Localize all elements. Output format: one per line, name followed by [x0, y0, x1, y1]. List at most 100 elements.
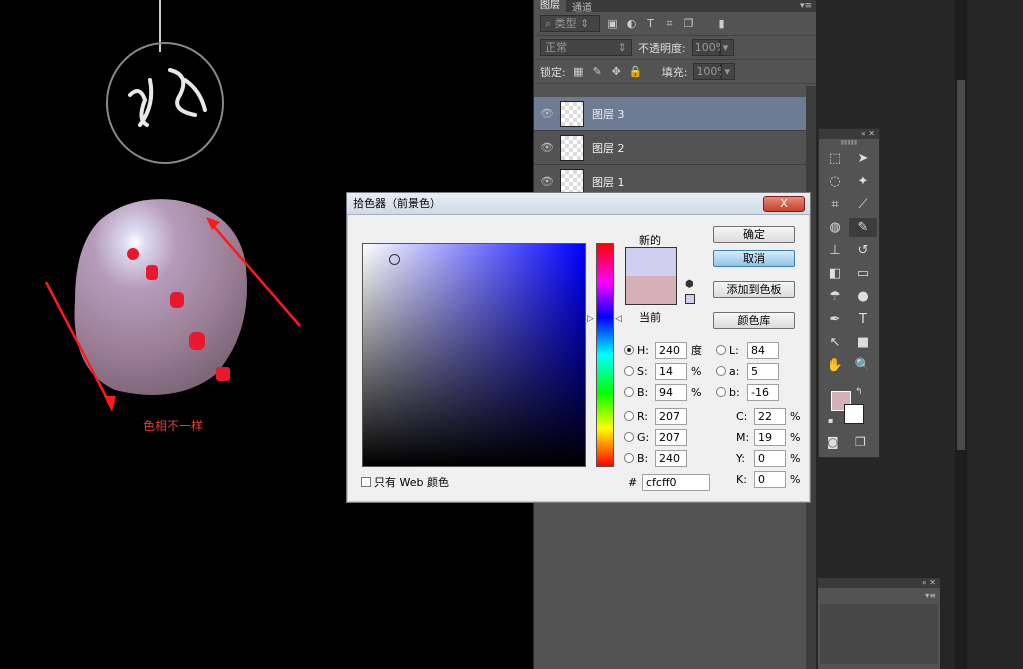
- fill-input[interactable]: 100%: [693, 63, 728, 80]
- blue-input[interactable]: 240: [655, 449, 687, 467]
- dialog-title[interactable]: 拾色器（前景色）: [347, 193, 810, 215]
- web-only-checkbox[interactable]: [361, 477, 371, 487]
- brightness-input[interactable]: 94: [655, 383, 687, 401]
- add-to-swatches-button[interactable]: 添加到色板: [713, 281, 795, 298]
- layer-row[interactable]: 👁 图层 3: [534, 97, 816, 131]
- workspace-scrollbar[interactable]: [955, 0, 967, 669]
- image-filter-icon[interactable]: ▣: [606, 17, 619, 30]
- lab-b-row: b: -16: [716, 383, 783, 401]
- saturation-radio[interactable]: [624, 366, 634, 376]
- collapse-icon[interactable]: « ✕: [819, 129, 879, 139]
- chevron-down-icon[interactable]: ▾: [721, 63, 736, 80]
- eye-icon[interactable]: 👁: [534, 141, 560, 154]
- close-button[interactable]: X: [763, 196, 805, 212]
- color-libraries-button[interactable]: 颜色库: [713, 312, 795, 329]
- cyan-input[interactable]: 22: [754, 407, 786, 425]
- brush-icon[interactable]: ✎: [849, 218, 877, 237]
- filter-toggle-icon[interactable]: ▮: [715, 17, 728, 30]
- tab-layers[interactable]: 图层: [534, 0, 566, 12]
- current-color-swatch[interactable]: [625, 276, 677, 305]
- panel-grip[interactable]: ▮▮▮▮▮: [819, 139, 879, 147]
- yellow-input[interactable]: 0: [754, 449, 786, 467]
- gradient-icon[interactable]: ▭: [849, 264, 877, 283]
- lab-b-radio[interactable]: [716, 387, 726, 397]
- blend-mode-select[interactable]: 正常 ⇕: [540, 39, 632, 56]
- hex-input[interactable]: cfcff0: [642, 473, 710, 491]
- lab-a-input[interactable]: 5: [747, 362, 779, 380]
- marquee-icon[interactable]: ⬚: [821, 149, 849, 168]
- eyedropper-icon[interactable]: ⟋: [849, 195, 877, 214]
- sketch-circle: [106, 42, 224, 164]
- hue-radio[interactable]: [624, 345, 634, 355]
- eye-icon[interactable]: 👁: [534, 107, 560, 120]
- lock-pixels-icon[interactable]: ✎: [591, 65, 604, 78]
- search-icon: ⌕: [545, 17, 552, 30]
- rectangle-icon[interactable]: ■: [849, 333, 877, 352]
- quick-mask-icon[interactable]: ◙: [827, 435, 839, 449]
- web-safe-swatch[interactable]: [685, 294, 695, 304]
- saturation-brightness-field[interactable]: [362, 243, 586, 467]
- healing-brush-icon[interactable]: ◍: [821, 218, 849, 237]
- blue-radio[interactable]: [624, 453, 634, 463]
- green-radio[interactable]: [624, 432, 634, 442]
- background-color-swatch[interactable]: [844, 404, 864, 424]
- shape-filter-icon[interactable]: ⌗: [663, 17, 676, 30]
- pen-icon[interactable]: ✒: [821, 310, 849, 329]
- type-icon[interactable]: T: [849, 310, 877, 329]
- opacity-input[interactable]: 100%: [691, 39, 726, 56]
- black-input[interactable]: 0: [754, 470, 786, 488]
- ok-button[interactable]: 确定: [713, 226, 795, 243]
- history-brush-icon[interactable]: ↺: [849, 241, 877, 260]
- hue-input[interactable]: 240: [655, 341, 687, 359]
- chevron-down-icon[interactable]: ▾: [719, 39, 734, 56]
- hue-slider-right-arrow[interactable]: ◁: [615, 314, 622, 324]
- panel-menu-icon[interactable]: ▾≡: [925, 591, 936, 600]
- saturation-input[interactable]: 14: [655, 362, 687, 380]
- layer-thumbnail: [560, 168, 584, 195]
- red-input[interactable]: 207: [655, 407, 687, 425]
- filter-kind-select[interactable]: ⌕ 类型 ⇕: [540, 15, 600, 32]
- brightness-radio[interactable]: [624, 387, 634, 397]
- stamp-icon[interactable]: ⊥: [821, 241, 849, 260]
- eraser-icon[interactable]: ◧: [821, 264, 849, 283]
- hue-slider[interactable]: [596, 243, 614, 467]
- panel-menu-icon[interactable]: ▾≡: [800, 1, 812, 11]
- black-unit: %: [790, 472, 801, 486]
- brightness-label: B:: [637, 385, 649, 399]
- crop-icon[interactable]: ⌗: [821, 195, 849, 214]
- hand-icon[interactable]: ✋: [821, 356, 849, 375]
- swap-colors-icon[interactable]: ↰: [855, 387, 863, 397]
- layer-row[interactable]: 👁 图层 2: [534, 131, 816, 165]
- cube-icon[interactable]: ⬢: [685, 279, 694, 290]
- blur-icon[interactable]: ☂: [821, 287, 849, 306]
- green-input[interactable]: 207: [655, 428, 687, 446]
- collapse-icon[interactable]: « ✕: [818, 578, 940, 588]
- lock-all-icon[interactable]: 🔒: [629, 65, 643, 78]
- default-colors-icon[interactable]: ▪: [828, 416, 833, 425]
- move-icon[interactable]: ➤: [849, 149, 877, 168]
- zoom-icon[interactable]: 🔍: [849, 356, 877, 375]
- scroll-thumb[interactable]: [957, 80, 965, 450]
- marker-dot: [170, 292, 184, 308]
- dodge-icon[interactable]: ●: [849, 287, 877, 306]
- type-filter-icon[interactable]: T: [644, 17, 657, 30]
- lab-l-input[interactable]: 84: [747, 341, 779, 359]
- screen-mode-icon[interactable]: ❐: [855, 435, 866, 449]
- cancel-button[interactable]: 取消: [713, 250, 795, 267]
- eye-icon[interactable]: 👁: [534, 175, 560, 188]
- lock-transparency-icon[interactable]: ▦: [572, 65, 585, 78]
- lab-l-radio[interactable]: [716, 345, 726, 355]
- tab-channels[interactable]: 通道: [566, 0, 598, 14]
- lasso-icon[interactable]: ◌: [821, 172, 849, 191]
- magenta-input[interactable]: 19: [754, 428, 786, 446]
- color-cursor[interactable]: [389, 254, 400, 265]
- hue-slider-left-arrow[interactable]: ▷: [587, 314, 594, 324]
- smart-object-filter-icon[interactable]: ❐: [682, 17, 695, 30]
- lab-b-input[interactable]: -16: [747, 383, 779, 401]
- magic-wand-icon[interactable]: ✦: [849, 172, 877, 191]
- adjustment-filter-icon[interactable]: ◐: [625, 17, 638, 30]
- path-select-icon[interactable]: ↖: [821, 333, 849, 352]
- red-radio[interactable]: [624, 411, 634, 421]
- lab-a-radio[interactable]: [716, 366, 726, 376]
- lock-position-icon[interactable]: ✥: [610, 65, 623, 78]
